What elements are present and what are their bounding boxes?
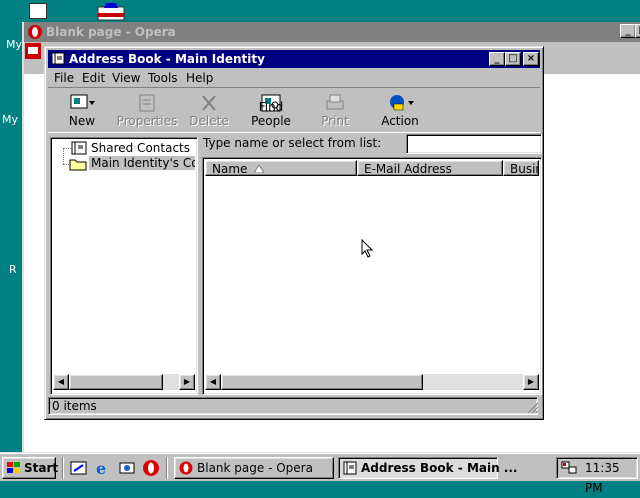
resize-grip-icon[interactable] — [526, 401, 538, 413]
column-header-email[interactable]: E-Mail Address — [357, 160, 503, 176]
properties-icon — [139, 94, 155, 112]
toolbar: New Properties Delete Find People Print … — [48, 87, 540, 133]
opera-title: Blank page - Opera — [46, 25, 176, 39]
scroll-right-button[interactable]: ▶ — [523, 374, 539, 390]
tree-line — [63, 148, 71, 149]
window-title: Address Book - Main Identity — [69, 52, 265, 66]
column-header-business[interactable]: Busine — [503, 160, 539, 176]
start-button[interactable]: Start — [2, 457, 59, 479]
task-address-book[interactable]: Address Book - Main ... — [338, 457, 518, 479]
close-button[interactable]: × — [523, 52, 539, 66]
scroll-left-button[interactable]: ◀ — [205, 374, 221, 390]
tree-item-label: Main Identity's Contacts — [89, 156, 195, 170]
scroll-right-button[interactable]: ▶ — [179, 374, 195, 390]
action-icon — [390, 95, 414, 111]
opera-mail-icon[interactable] — [24, 42, 42, 60]
column-header-label: Busine — [510, 162, 538, 176]
new-label: New — [68, 114, 96, 128]
desktop-label: My — [2, 113, 19, 126]
folder-tree[interactable]: Shared Contacts Main Identity's Contacts… — [50, 137, 198, 395]
menu-bar: File Edit View Tools Help — [48, 69, 540, 87]
outlook-express-icon[interactable] — [118, 459, 136, 477]
address-book-icon — [343, 461, 357, 475]
tree-item-label: Shared Contacts — [91, 141, 190, 155]
search-input[interactable] — [406, 134, 542, 154]
inbox-icon[interactable] — [96, 3, 126, 21]
svg-text:e: e — [96, 459, 106, 477]
start-label: Start — [24, 461, 59, 475]
address-book-titlebar[interactable]: Address Book - Main Identity _ □ × — [48, 50, 540, 68]
maximize-button[interactable]: □ — [635, 24, 640, 38]
contact-list[interactable]: Name E-Mail Address Busine ◀ ▶ — [202, 157, 542, 395]
tree-hscrollbar[interactable]: ◀ ▶ — [53, 374, 195, 390]
clock[interactable]: 11:35 PM — [585, 458, 637, 498]
find-people-label: Find People — [251, 100, 291, 128]
column-header-label: Name — [212, 162, 248, 176]
status-bar: 0 items — [48, 397, 540, 415]
tree-line — [63, 164, 71, 165]
system-tray: 11:35 PM — [556, 457, 638, 495]
delete-label: Delete — [189, 114, 229, 128]
scroll-thumb[interactable] — [221, 374, 423, 390]
network-icon[interactable] — [561, 461, 577, 475]
properties-button[interactable]: Properties — [114, 90, 180, 130]
address-book-window[interactable]: Address Book - Main Identity _ □ × File … — [44, 46, 544, 420]
tree-item-main-identity-contacts[interactable]: Main Identity's Contacts — [55, 156, 195, 172]
tree-item-shared-contacts[interactable]: Shared Contacts — [55, 140, 195, 156]
menu-tools[interactable]: Tools — [148, 71, 178, 85]
delete-button[interactable]: Delete — [184, 90, 234, 130]
scroll-left-button[interactable]: ◀ — [53, 374, 69, 390]
desktop-label: R — [9, 263, 17, 276]
minimize-button[interactable]: _ — [620, 24, 636, 38]
sort-ascending-icon — [254, 165, 264, 173]
status-text: 0 items — [48, 397, 538, 415]
desktop-label: My — [6, 38, 23, 51]
taskbar: Start e Blank page - Opera Address Book … — [0, 452, 640, 495]
search-label: Type name or select from list: — [203, 136, 382, 150]
opera-titlebar[interactable]: Blank page - Opera _ □ — [24, 22, 640, 42]
find-people-button[interactable]: Find People — [238, 90, 304, 130]
internet-explorer-icon[interactable]: e — [94, 459, 112, 477]
print-label: Print — [321, 114, 349, 128]
action-label: Action — [381, 114, 419, 128]
minimize-button[interactable]: _ — [489, 52, 505, 66]
windows-logo-icon — [7, 462, 20, 473]
new-button[interactable]: New — [54, 90, 110, 130]
menu-help[interactable]: Help — [186, 71, 213, 85]
contacts-book-icon — [71, 141, 87, 155]
desktop-icon[interactable] — [29, 3, 47, 19]
opera-quicklaunch-icon[interactable] — [142, 459, 160, 477]
desktop: { "desktop": { "labels": ["My", "My", "R… — [0, 0, 640, 495]
mouse-cursor-icon — [361, 239, 373, 258]
print-button[interactable]: Print — [310, 90, 360, 130]
task-opera[interactable]: Blank page - Opera — [174, 457, 334, 479]
tree-line — [63, 148, 64, 164]
menu-file[interactable]: File — [54, 71, 74, 85]
column-header-name[interactable]: Name — [205, 160, 357, 176]
list-hscrollbar[interactable]: ◀ ▶ — [205, 374, 539, 390]
delete-icon — [202, 95, 216, 111]
properties-label: Properties — [116, 114, 178, 128]
address-book-icon — [51, 52, 65, 65]
action-button[interactable]: Action — [370, 90, 430, 130]
column-header-label: E-Mail Address — [364, 162, 452, 176]
scroll-thumb[interactable] — [69, 374, 163, 390]
opera-logo-icon — [179, 461, 193, 475]
maximize-button[interactable]: □ — [505, 52, 521, 66]
new-contact-icon — [70, 94, 95, 109]
show-desktop-icon[interactable] — [70, 459, 88, 477]
taskbar-divider — [166, 457, 168, 479]
task-label: Address Book - Main ... — [361, 461, 518, 475]
menu-edit[interactable]: Edit — [82, 71, 105, 85]
taskbar-divider — [62, 457, 64, 479]
task-label: Blank page - Opera — [197, 461, 313, 475]
folder-icon — [69, 159, 87, 171]
opera-logo-icon — [28, 25, 42, 39]
menu-view[interactable]: View — [112, 71, 140, 85]
print-icon — [326, 94, 344, 110]
